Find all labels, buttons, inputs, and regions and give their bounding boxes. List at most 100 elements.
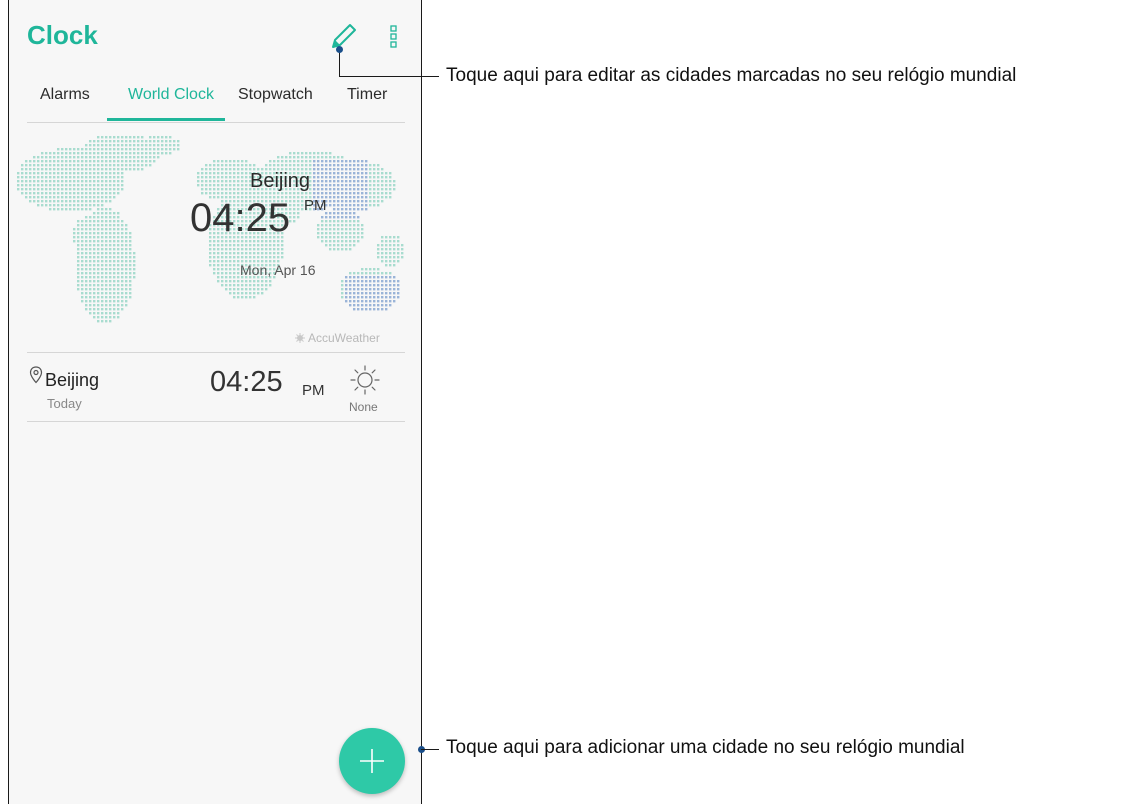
map-dot bbox=[261, 280, 264, 283]
map-dot bbox=[373, 196, 376, 199]
map-dot bbox=[73, 164, 76, 167]
map-dot bbox=[233, 280, 236, 283]
map-dot bbox=[229, 280, 232, 283]
map-dot bbox=[377, 184, 380, 187]
map-dot bbox=[377, 280, 380, 283]
map-dot bbox=[357, 204, 360, 207]
map-dot bbox=[369, 168, 372, 171]
map-dot bbox=[109, 160, 112, 163]
map-dot bbox=[397, 256, 400, 259]
edit-callout-text: Toque aqui para editar as cidades marcad… bbox=[446, 65, 1017, 86]
map-dot bbox=[201, 192, 204, 195]
map-dot bbox=[269, 244, 272, 247]
map-dot bbox=[381, 272, 384, 275]
map-dot bbox=[365, 180, 368, 183]
map-dot bbox=[205, 192, 208, 195]
tab-alarms[interactable]: Alarms bbox=[40, 86, 90, 104]
tab-timer[interactable]: Timer bbox=[347, 86, 387, 104]
map-dot bbox=[85, 256, 88, 259]
list-item[interactable]: Beijing Today 04:25 PM None bbox=[27, 358, 405, 420]
map-dot bbox=[113, 152, 116, 155]
map-dot bbox=[361, 284, 364, 287]
map-dot bbox=[361, 308, 364, 311]
map-dot bbox=[53, 196, 56, 199]
map-dot bbox=[217, 264, 220, 267]
map-dot bbox=[97, 236, 100, 239]
map-dot bbox=[345, 292, 348, 295]
map-dot bbox=[225, 160, 228, 163]
map-dot bbox=[221, 284, 224, 287]
map-dot bbox=[125, 236, 128, 239]
map-dot bbox=[109, 252, 112, 255]
map-dot bbox=[73, 208, 76, 211]
map-dot bbox=[41, 176, 44, 179]
map-dot bbox=[117, 168, 120, 171]
map-dot bbox=[61, 192, 64, 195]
map-dot bbox=[109, 316, 112, 319]
map-dot bbox=[121, 168, 124, 171]
map-dot bbox=[393, 244, 396, 247]
map-dot bbox=[73, 196, 76, 199]
map-dot bbox=[97, 320, 100, 323]
tab-world-clock[interactable]: World Clock bbox=[128, 86, 214, 104]
map-dot bbox=[133, 168, 136, 171]
map-dot bbox=[97, 216, 100, 219]
map-dot bbox=[369, 192, 372, 195]
map-dot bbox=[349, 284, 352, 287]
map-dot bbox=[133, 276, 136, 279]
map-dot bbox=[49, 184, 52, 187]
tab-stopwatch[interactable]: Stopwatch bbox=[238, 86, 313, 104]
map-dot bbox=[377, 200, 380, 203]
map-dot bbox=[349, 168, 352, 171]
map-dot bbox=[129, 144, 132, 147]
map-dot bbox=[81, 268, 84, 271]
map-dot bbox=[353, 200, 356, 203]
map-dot bbox=[397, 244, 400, 247]
map-dot bbox=[117, 228, 120, 231]
map-dot bbox=[261, 256, 264, 259]
map-dot bbox=[361, 164, 364, 167]
map-dot bbox=[385, 192, 388, 195]
map-dot bbox=[245, 188, 248, 191]
map-dot bbox=[377, 168, 380, 171]
map-dot bbox=[353, 160, 356, 163]
map-dot bbox=[353, 232, 356, 235]
map-dot bbox=[345, 208, 348, 211]
map-dot bbox=[65, 188, 68, 191]
map-dot bbox=[365, 208, 368, 211]
map-dot bbox=[105, 292, 108, 295]
map-dot bbox=[133, 260, 136, 263]
map-dot bbox=[129, 160, 132, 163]
map-dot bbox=[61, 156, 64, 159]
map-dot bbox=[81, 236, 84, 239]
map-dot bbox=[329, 232, 332, 235]
map-dot bbox=[377, 204, 380, 207]
map-dot bbox=[301, 152, 304, 155]
map-dot bbox=[85, 184, 88, 187]
map-dot bbox=[161, 140, 164, 143]
more-vert-icon[interactable] bbox=[387, 22, 401, 52]
map-dot bbox=[17, 184, 20, 187]
map-dot bbox=[85, 204, 88, 207]
map-dot bbox=[241, 256, 244, 259]
map-dot bbox=[109, 200, 112, 203]
map-dot bbox=[69, 164, 72, 167]
map-dot bbox=[61, 184, 64, 187]
add-city-button[interactable] bbox=[339, 728, 405, 794]
map-dot bbox=[121, 236, 124, 239]
map-dot bbox=[209, 180, 212, 183]
map-dot bbox=[389, 284, 392, 287]
map-dot bbox=[373, 276, 376, 279]
map-dot bbox=[325, 240, 328, 243]
map-dot bbox=[17, 180, 20, 183]
map-dot bbox=[233, 272, 236, 275]
map-dot bbox=[321, 152, 324, 155]
map-dot bbox=[105, 140, 108, 143]
map-dot bbox=[261, 252, 264, 255]
map-dot bbox=[125, 284, 128, 287]
map-dot bbox=[113, 300, 116, 303]
map-dot bbox=[165, 144, 168, 147]
map-dot bbox=[357, 284, 360, 287]
map-dot bbox=[361, 304, 364, 307]
map-dot bbox=[337, 204, 340, 207]
